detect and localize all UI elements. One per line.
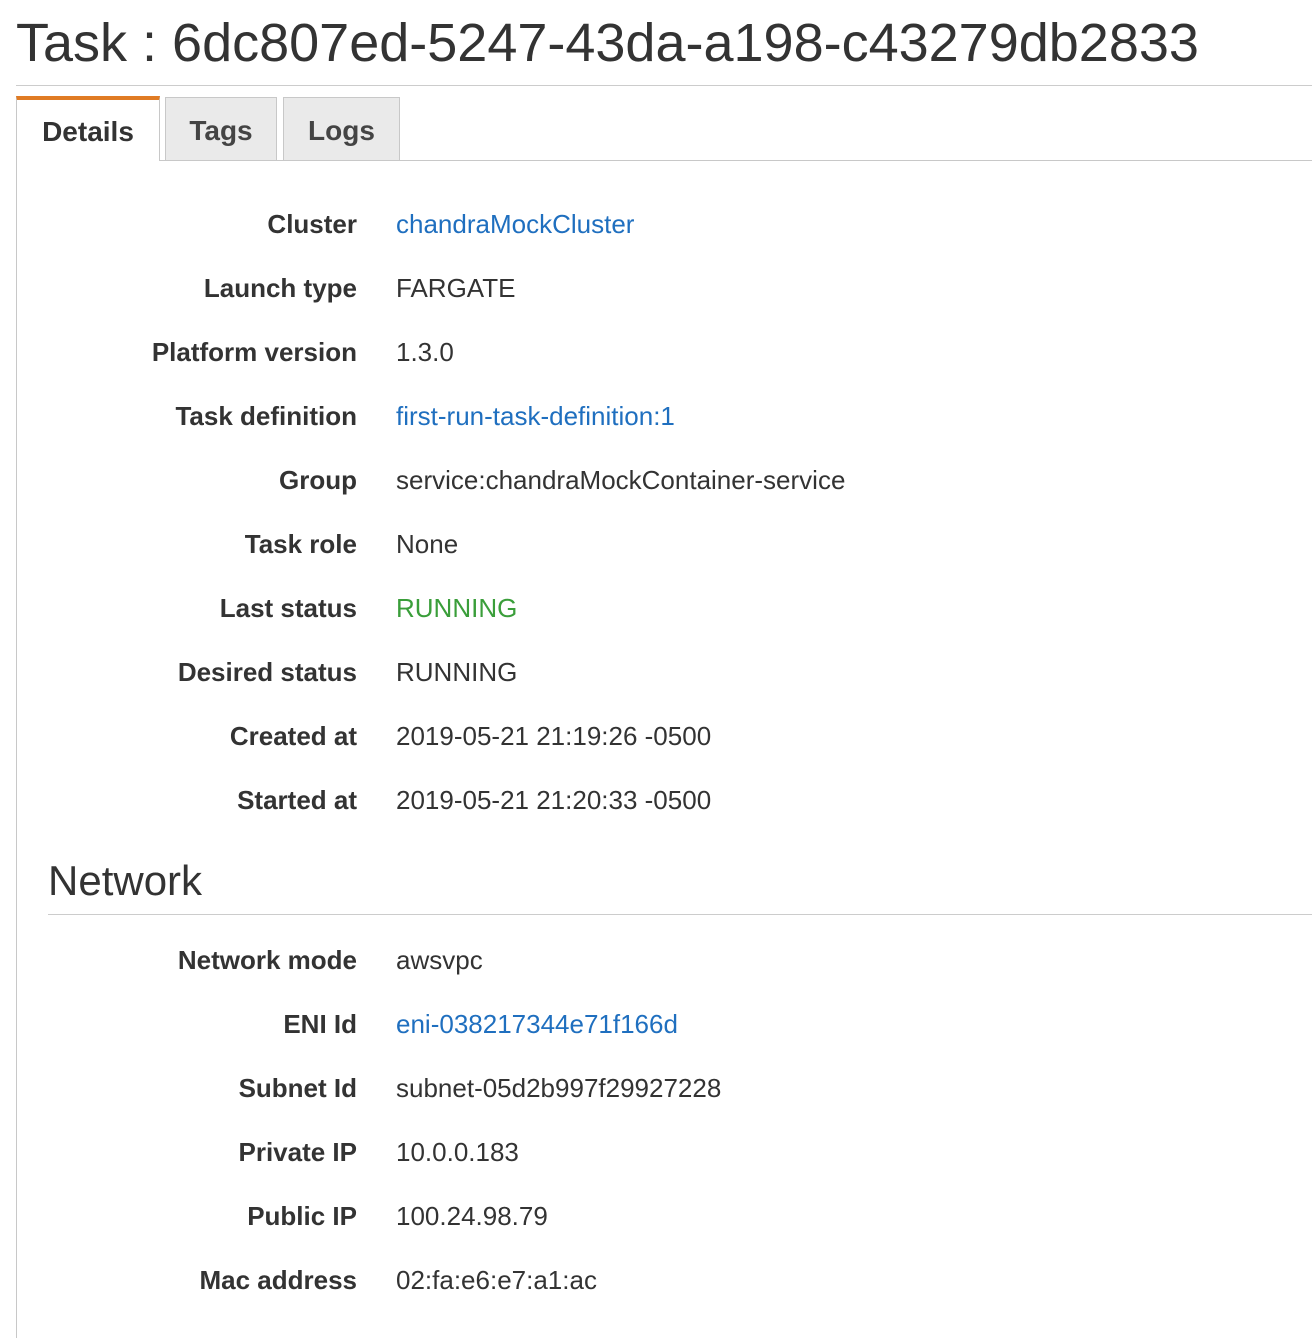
- detail-row-last-status: Last status RUNNING: [17, 588, 1287, 628]
- detail-row-task-role: Task role None: [17, 524, 1287, 564]
- group-label: Group: [279, 465, 357, 495]
- detail-row-created-at: Created at 2019-05-21 21:19:26 -0500: [17, 716, 1287, 756]
- launch-type-value: FARGATE: [396, 273, 516, 303]
- cluster-label: Cluster: [267, 209, 357, 239]
- detail-row-public-ip: Public IP 100.24.98.79: [17, 1196, 1287, 1236]
- detail-row-private-ip: Private IP 10.0.0.183: [17, 1132, 1287, 1172]
- detail-row-network-mode: Network mode awsvpc: [17, 940, 1287, 980]
- details-panel: Cluster chandraMockCluster Launch type F…: [16, 161, 1312, 1338]
- tab-logs[interactable]: Logs: [283, 97, 400, 160]
- network-mode-label: Network mode: [177, 945, 357, 975]
- tab-details[interactable]: Details: [16, 96, 160, 161]
- started-at-label: Started at: [237, 785, 357, 815]
- detail-row-started-at: Started at 2019-05-21 21:20:33 -0500: [17, 780, 1287, 820]
- platform-version-value: 1.3.0: [396, 337, 454, 367]
- network-section-heading: Network: [48, 857, 203, 904]
- public-ip-value: 100.24.98.79: [396, 1201, 548, 1231]
- detail-row-launch-type: Launch type FARGATE: [17, 268, 1287, 308]
- last-status-label: Last status: [219, 593, 357, 623]
- platform-version-label: Platform version: [151, 337, 357, 367]
- task-definition-link[interactable]: first-run-task-definition:1: [396, 396, 675, 436]
- network-mode-value: awsvpc: [396, 945, 483, 975]
- task-definition-label: Task definition: [175, 401, 357, 431]
- mac-address-value: 02:fa:e6:e7:a1:ac: [396, 1265, 597, 1295]
- detail-row-task-definition: Task definition first-run-task-definitio…: [17, 396, 1287, 436]
- task-role-value: None: [396, 529, 459, 559]
- private-ip-label: Private IP: [238, 1137, 357, 1167]
- eni-id-label: ENI Id: [283, 1009, 357, 1039]
- last-status-value: RUNNING: [396, 593, 518, 623]
- title-divider: [16, 85, 1312, 86]
- task-role-label: Task role: [244, 529, 357, 559]
- desired-status-value: RUNNING: [396, 657, 518, 687]
- page-title: Task : 6dc807ed-5247-43da-a198-c43279db2…: [16, 13, 1199, 73]
- private-ip-value: 10.0.0.183: [396, 1137, 519, 1167]
- group-value: service:chandraMockContainer-service: [396, 465, 846, 495]
- detail-row-eni-id: ENI Id eni-038217344e71f166d: [17, 1004, 1287, 1044]
- desired-status-label: Desired status: [177, 657, 357, 687]
- subnet-id-label: Subnet Id: [238, 1073, 357, 1103]
- detail-row-subnet-id: Subnet Id subnet-05d2b997f29927228: [17, 1068, 1287, 1108]
- detail-row-desired-status: Desired status RUNNING: [17, 652, 1287, 692]
- detail-row-cluster: Cluster chandraMockCluster: [17, 204, 1287, 244]
- tab-bar: Details Tags Logs: [16, 96, 1312, 161]
- network-section-divider: [48, 914, 1312, 915]
- cluster-link[interactable]: chandraMockCluster: [396, 204, 634, 244]
- detail-row-platform-version: Platform version 1.3.0: [17, 332, 1287, 372]
- detail-row-group: Group service:chandraMockContainer-servi…: [17, 460, 1287, 500]
- created-at-label: Created at: [229, 721, 357, 751]
- created-at-value: 2019-05-21 21:19:26 -0500: [396, 721, 712, 751]
- public-ip-label: Public IP: [247, 1201, 357, 1231]
- launch-type-label: Launch type: [203, 273, 357, 303]
- started-at-value: 2019-05-21 21:20:33 -0500: [396, 785, 712, 815]
- eni-id-link[interactable]: eni-038217344e71f166d: [396, 1004, 678, 1044]
- tab-tags[interactable]: Tags: [165, 97, 277, 160]
- mac-address-label: Mac address: [199, 1265, 357, 1295]
- subnet-id-value: subnet-05d2b997f29927228: [396, 1073, 722, 1103]
- detail-row-mac-address: Mac address 02:fa:e6:e7:a1:ac: [17, 1260, 1287, 1300]
